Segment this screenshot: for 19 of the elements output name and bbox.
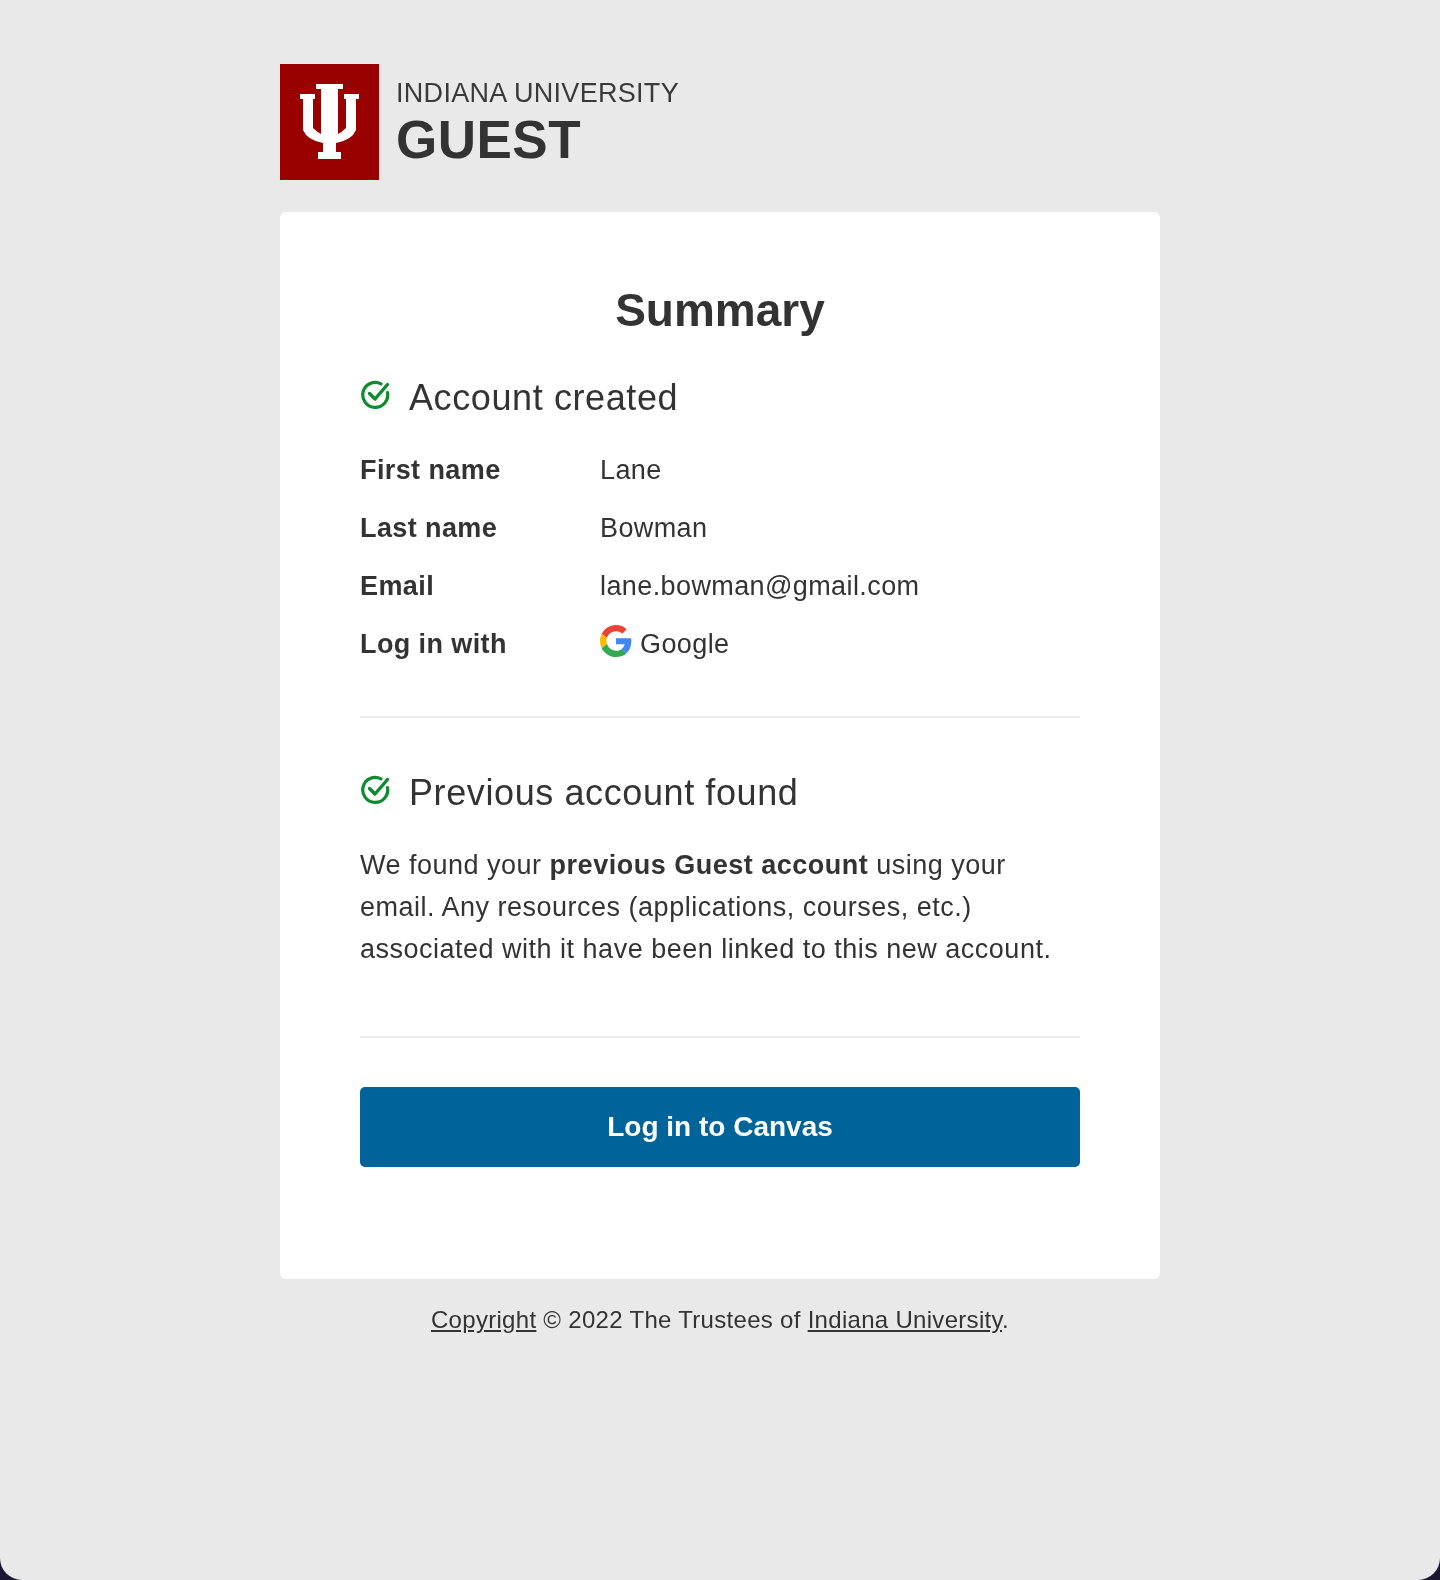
product-name: GUEST: [396, 112, 583, 168]
field-label: Last name: [360, 512, 498, 544]
copyright-notice: Copyright © 2022 The Trustees of Indiana University.: [430, 1305, 1009, 1335]
field-value: Lane: [600, 454, 662, 486]
field-label: Log in with: [360, 628, 507, 660]
section-heading: Account created: [409, 376, 679, 420]
field-label: First name: [360, 454, 501, 486]
field-label: Email: [360, 570, 435, 602]
section-heading: Previous account found: [409, 771, 799, 815]
footer-link[interactable]: Copyright: [430, 1306, 537, 1333]
field-value: Bowman: [600, 512, 708, 544]
google-g-icon: [600, 625, 632, 657]
login-button[interactable]: Log in to Canvas: [360, 1087, 1080, 1167]
field-value: lane.bowman@gmail.com: [600, 570, 920, 602]
university-name: INDIANA UNIVERSITY: [396, 78, 679, 108]
footer-link[interactable]: Indiana University: [807, 1306, 1003, 1333]
provider-name: Google: [640, 628, 730, 660]
message-paragraph: We found your previous Guest account using your email. Any resources (applications, courses, etc.) associated with it have been linked to this new account.: [360, 849, 1053, 966]
summary-title: Summary: [614, 283, 826, 338]
